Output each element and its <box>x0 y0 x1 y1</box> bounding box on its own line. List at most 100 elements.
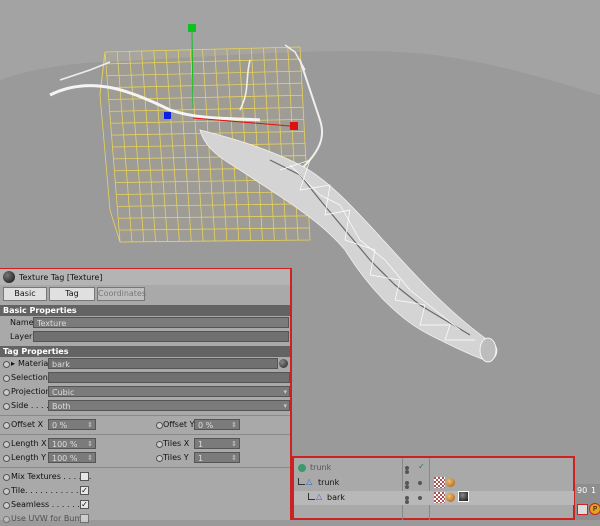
selected-texture-tag-icon[interactable] <box>458 491 469 502</box>
tab-bar: Basic Tag Coordinates <box>0 285 290 303</box>
length-y-keyframe-icon[interactable] <box>3 455 10 462</box>
tab-tag[interactable]: Tag <box>49 287 95 301</box>
enable-dot[interactable] <box>418 481 422 485</box>
stepper-icon[interactable]: ⇕ <box>87 420 93 431</box>
offset-y-label: Offset Y <box>163 420 195 429</box>
selection-label: Selection <box>11 373 48 382</box>
seamless-keyframe-icon[interactable] <box>3 502 10 509</box>
object-icon <box>298 464 306 472</box>
object-name[interactable]: bark <box>327 493 345 502</box>
object-row-trunk-parent[interactable]: trunk ✓ <box>294 461 574 475</box>
offset-x-keyframe-icon[interactable] <box>3 422 10 429</box>
length-y-value: 100 % <box>52 454 78 463</box>
stepper-icon[interactable]: ⇕ <box>231 453 237 464</box>
mix-textures-checkbox[interactable] <box>80 472 89 481</box>
projection-label: Projection <box>11 387 51 396</box>
stepper-icon[interactable]: ⇕ <box>231 420 237 431</box>
length-y-label: Length Y <box>11 453 47 462</box>
tiles-x-input[interactable]: 1 ⇕ <box>194 438 240 449</box>
length-x-input[interactable]: 100 % ⇕ <box>48 438 96 449</box>
side-toolbar: 90 1 P <box>575 484 600 520</box>
stepper-icon[interactable]: ⇕ <box>87 453 93 464</box>
side-keyframe-icon[interactable] <box>3 403 10 410</box>
tile-checkbox[interactable]: ✓ <box>80 486 89 495</box>
divider <box>0 467 290 468</box>
offset-x-value: 0 % <box>52 421 68 430</box>
x-axis-handle[interactable] <box>290 122 298 130</box>
texture-tag-icon[interactable] <box>434 477 445 488</box>
enable-dot[interactable] <box>418 496 422 500</box>
tiles-x-value: 1 <box>198 440 204 449</box>
tiles-x-keyframe-icon[interactable] <box>156 441 163 448</box>
object-name[interactable]: trunk <box>310 463 331 472</box>
hierarchy-line <box>298 478 305 485</box>
tiles-y-input[interactable]: 1 ⇕ <box>194 452 240 463</box>
material-tag-icon[interactable] <box>446 478 455 487</box>
projection-keyframe-icon[interactable] <box>3 389 10 396</box>
check-icon[interactable]: ✓ <box>418 462 425 471</box>
length-y-input[interactable]: 100 % ⇕ <box>48 452 96 463</box>
side-dropdown[interactable]: Both ▾ <box>48 400 290 411</box>
tile-label: Tile. . . . . . . . . . . . . <box>11 486 89 495</box>
mix-keyframe-icon[interactable] <box>3 474 10 481</box>
layer-field[interactable] <box>33 331 289 342</box>
object-name[interactable]: trunk <box>318 478 339 487</box>
object-row-bark[interactable]: △ bark <box>294 491 574 505</box>
object-manager: trunk ✓ △ trunk △ bark <box>292 456 575 520</box>
offset-x-input[interactable]: 0 % ⇕ <box>48 419 96 430</box>
basic-properties-heading: Basic Properties <box>0 305 290 316</box>
selection-field[interactable] <box>48 372 290 383</box>
tiles-y-keyframe-icon[interactable] <box>156 455 163 462</box>
render-dot[interactable] <box>405 470 409 474</box>
uvw-bump-label: Use UVW for Bump <box>11 514 88 523</box>
material-keyframe-icon[interactable] <box>3 361 10 368</box>
seamless-checkbox[interactable]: ✓ <box>80 500 89 509</box>
tiles-x-label: Tiles X <box>163 439 190 448</box>
length-x-keyframe-icon[interactable] <box>3 441 10 448</box>
seamless-label: Seamless . . . . . . . <box>11 500 85 509</box>
divider <box>0 434 290 435</box>
panel-header: Texture Tag [Texture] <box>0 269 290 285</box>
tiles-y-value: 1 <box>198 454 204 463</box>
bounding-box-grid <box>99 46 311 243</box>
dropdown-arrow-icon: ▾ <box>283 402 287 410</box>
texture-tag-icon[interactable] <box>434 492 445 503</box>
expand-arrow-icon[interactable]: ▸ <box>11 359 15 368</box>
length-x-value: 100 % <box>52 440 78 449</box>
bone-icon: △ <box>316 492 323 501</box>
selection-keyframe-icon[interactable] <box>3 375 10 382</box>
tab-basic[interactable]: Basic <box>3 287 47 301</box>
name-label: Name <box>10 318 34 327</box>
layer-label: Layer <box>10 332 33 341</box>
render-dot[interactable] <box>405 500 409 504</box>
dropdown-arrow-icon: ▾ <box>283 388 287 396</box>
offset-x-label: Offset X <box>11 420 44 429</box>
tag-properties-heading: Tag Properties <box>0 346 290 357</box>
uvw-bump-checkbox[interactable] <box>80 514 89 523</box>
material-tag-icon[interactable] <box>446 493 455 502</box>
render-dot[interactable] <box>405 485 409 489</box>
length-x-label: Length X <box>11 439 47 448</box>
name-field[interactable]: Texture <box>33 317 289 328</box>
bone-icon: △ <box>306 477 313 486</box>
panel-title: Texture Tag [Texture] <box>19 272 103 282</box>
tile-keyframe-icon[interactable] <box>3 488 10 495</box>
object-row-trunk[interactable]: △ trunk <box>294 476 574 490</box>
y-axis-handle[interactable] <box>188 24 196 32</box>
tab-coordinates[interactable]: Coordinates <box>97 287 146 301</box>
stepper-icon[interactable]: ⇕ <box>87 439 93 450</box>
offset-y-input[interactable]: 0 % ⇕ <box>194 419 240 430</box>
record-button[interactable] <box>577 504 588 515</box>
material-field[interactable]: bark <box>48 358 278 369</box>
material-preview-icon <box>279 359 288 368</box>
side-number: 90 <box>577 486 588 495</box>
projection-value: Cubic <box>52 388 75 397</box>
offset-y-keyframe-icon[interactable] <box>156 422 163 429</box>
stepper-icon[interactable]: ⇕ <box>231 439 237 450</box>
tiles-y-label: Tiles Y <box>163 453 189 462</box>
z-axis-handle[interactable] <box>164 112 171 119</box>
side-number: 1 <box>591 486 597 495</box>
projection-dropdown[interactable]: Cubic ▾ <box>48 386 290 397</box>
play-icon[interactable]: P <box>589 503 600 515</box>
divider <box>0 415 290 416</box>
